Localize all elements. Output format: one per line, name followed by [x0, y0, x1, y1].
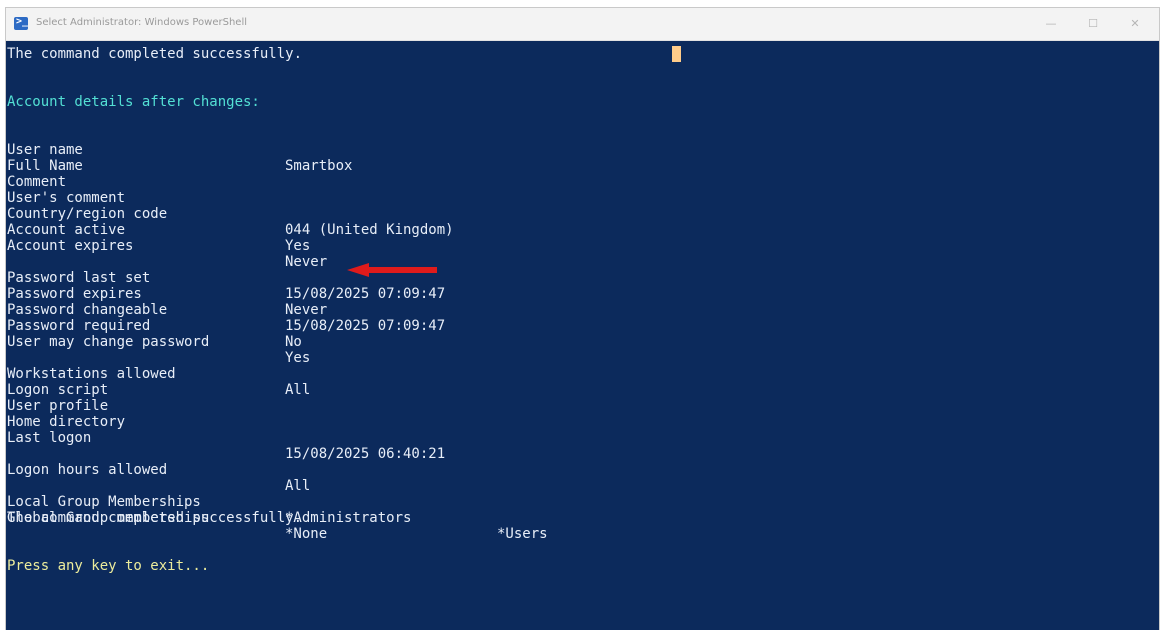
window-title: Select Administrator: Windows PowerShell: [36, 17, 248, 28]
detail-row-user-may-change-password: User may change password Yes: [7, 318, 310, 366]
detail-row-users-comment: User's comment: [7, 174, 125, 206]
row-value-secondary: *Users: [497, 526, 548, 542]
detail-row-logon-hours-allowed: Logon hours allowed All: [7, 446, 310, 494]
detail-row-user-profile: User profile: [7, 382, 108, 414]
text-cursor: [672, 46, 681, 62]
powershell-window: >_ Select Administrator: Windows PowerSh…: [6, 8, 1159, 630]
detail-row-country-code: Country/region code 044 (United Kingdom): [7, 190, 454, 238]
row-value: *Administrators: [285, 510, 412, 526]
detail-row-home-directory: Home directory: [7, 398, 125, 430]
detail-row-comment: Comment: [7, 158, 66, 190]
maximize-button[interactable]: ☐: [1073, 12, 1113, 36]
detail-row-password-required: Password required No: [7, 302, 302, 350]
detail-row-global-group-memberships: Global Group memberships *None: [7, 494, 327, 542]
row-value: Smartbox: [285, 158, 353, 174]
account-details-header: Account details after changes:: [7, 94, 260, 110]
row-label: User may change password: [7, 334, 210, 350]
red-arrow-annotation: [347, 263, 437, 277]
detail-row-last-logon: Last logon 15/08/2025 06:40:21: [7, 414, 445, 462]
last-line: The command completed successfully.: [7, 510, 303, 526]
detail-row-password-changeable: Password changeable 15/08/2025 07:09:47: [7, 286, 445, 334]
row-value: Yes: [285, 238, 311, 254]
exit-prompt: Press any key to exit...: [7, 558, 210, 574]
detail-row-local-group-memberships: Local Group Memberships *Administrators …: [7, 478, 548, 542]
powershell-icon: >_: [14, 16, 28, 30]
row-value: 15/08/2025 06:40:21: [285, 446, 446, 462]
title-bar[interactable]: >_ Select Administrator: Windows PowerSh…: [6, 8, 1159, 41]
detail-row-logon-script: Logon script: [7, 366, 108, 398]
row-value: 15/08/2025 07:09:47: [285, 286, 446, 302]
row-value: Never: [285, 254, 328, 270]
detail-row-account-active: Account active Yes: [7, 206, 310, 254]
detail-row-user-name: User name Smartbox: [7, 126, 352, 174]
row-value: 15/08/2025 07:09:47: [285, 318, 446, 334]
row-value: No: [285, 334, 302, 350]
row-value: All: [285, 382, 311, 398]
detail-row-password-last-set: Password last set 15/08/2025 07:09:47: [7, 254, 445, 302]
row-value: All: [285, 478, 311, 494]
row-label: Account expires: [7, 238, 134, 254]
first-line: The command completed successfully.: [7, 46, 303, 62]
detail-row-full-name: Full Name: [7, 142, 83, 174]
detail-row-workstations-allowed: Workstations allowed All: [7, 350, 310, 398]
detail-row-account-expires: Account expires Never: [7, 222, 327, 270]
row-value: 044 (United Kingdom): [285, 222, 454, 238]
row-value: *None: [285, 526, 328, 542]
minimize-button[interactable]: —: [1031, 12, 1071, 36]
row-value: Never: [285, 302, 328, 318]
detail-row-password-expires: Password expires Never: [7, 270, 327, 318]
row-label: Logon hours allowed: [7, 462, 168, 478]
row-value: Yes: [285, 350, 311, 366]
close-button[interactable]: ✕: [1115, 12, 1155, 36]
console-output[interactable]: The command completed successfully. Acco…: [7, 40, 1159, 630]
row-label: Last logon: [7, 430, 92, 446]
